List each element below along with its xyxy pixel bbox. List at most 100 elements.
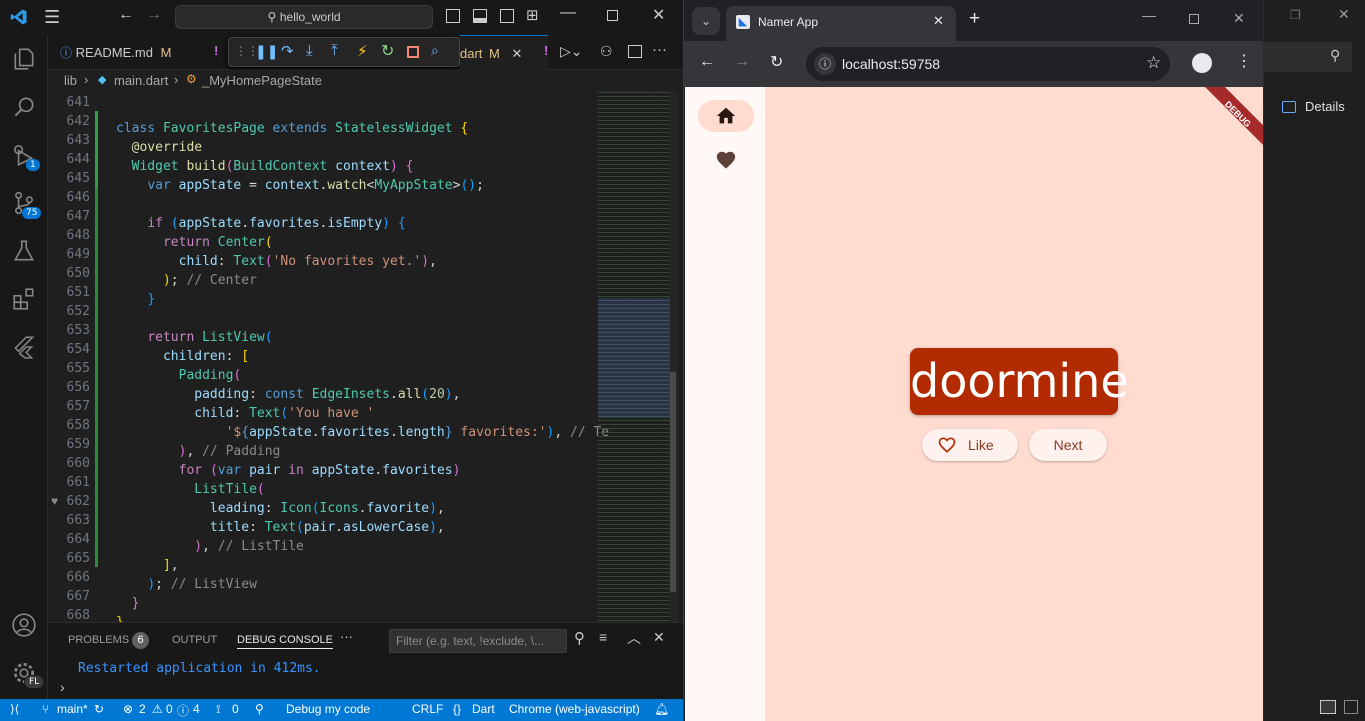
hot-reload-icon[interactable]: ⚡ <box>357 42 368 60</box>
extensions-icon[interactable] <box>0 275 48 323</box>
bookmark-star-icon[interactable]: ☆ <box>1146 53 1161 73</box>
tab-output[interactable]: OUTPUT <box>172 634 217 646</box>
source-control-icon[interactable]: 75 <box>0 179 48 227</box>
account-icon[interactable] <box>0 601 48 649</box>
search-icon[interactable]: ⚲ <box>1330 47 1340 64</box>
split-editor-icon[interactable] <box>628 45 642 58</box>
back-arrow-icon[interactable]: ← <box>118 6 134 24</box>
flutter-icon[interactable] <box>0 323 48 371</box>
panel-more-icon[interactable]: ··· <box>340 629 353 644</box>
warning-triangle-icon[interactable]: ⚠ <box>152 702 163 716</box>
eol-status[interactable]: CRLF <box>412 702 443 716</box>
breadcrumb-symbol[interactable]: _MyHomePageState <box>202 73 322 88</box>
more-actions-icon[interactable]: ··· <box>652 41 667 58</box>
sync-icon[interactable]: ↻ <box>94 702 104 716</box>
error-count[interactable]: 2 <box>139 702 146 716</box>
toggle-secondary-sidebar-icon[interactable] <box>500 9 514 23</box>
restore-icon[interactable]: ❐ <box>1290 8 1301 22</box>
tab-search-button[interactable]: ⌄ <box>692 7 720 35</box>
toggle-sidebar-icon[interactable] <box>446 9 460 23</box>
back-icon[interactable]: ← <box>699 53 715 71</box>
info-circle-icon[interactable]: ⓘ <box>177 702 189 719</box>
explorer-icon[interactable] <box>0 35 48 83</box>
site-info-icon[interactable]: ⓘ <box>814 53 836 75</box>
next-button[interactable]: Next <box>1029 429 1107 461</box>
list-view-icon[interactable] <box>1320 700 1336 714</box>
filter-icon[interactable]: ⚲ <box>574 629 585 647</box>
window-maximize-icon[interactable] <box>1189 14 1199 24</box>
customize-layout-icon[interactable]: ⊞ <box>526 6 539 24</box>
tab-readme[interactable]: ⓘ README.md M <box>48 35 178 70</box>
forward-arrow-icon[interactable]: → <box>146 6 162 24</box>
testing-icon[interactable] <box>0 227 48 275</box>
url-text[interactable]: localhost:59758 <box>842 56 940 72</box>
run-debug-dropdown-icon[interactable]: ▷⌄ <box>560 43 583 60</box>
flutter-favicon-icon: ◣ <box>736 15 750 29</box>
tab-main-dart[interactable]: dart M ✕ <box>460 35 548 70</box>
manage-gear-icon[interactable]: FL <box>0 649 48 697</box>
error-icon[interactable]: ⊗ <box>123 702 133 716</box>
window-close-icon[interactable]: ✕ <box>1233 10 1245 27</box>
close-icon[interactable]: ✕ <box>652 5 665 25</box>
maximize-icon[interactable] <box>607 10 618 21</box>
git-modified-bar <box>95 187 98 567</box>
bg-search-bar[interactable]: ⚲ <box>1264 42 1352 72</box>
code-editor[interactable]: 641 642 643 644 645 646 647 648 649 650 651 652 653 6… <box>48 92 683 622</box>
tab-debug-console[interactable]: DEBUG CONSOLE <box>237 634 333 649</box>
search-view-icon[interactable] <box>0 83 48 131</box>
ports-icon[interactable]: ⟟ <box>216 702 220 717</box>
console-prompt-icon[interactable]: › <box>60 679 65 695</box>
notifications-bell-icon[interactable]: 🔔︎ <box>654 702 669 716</box>
breadcrumb-lib[interactable]: lib <box>64 73 77 88</box>
minimize-icon[interactable]: — <box>560 4 576 22</box>
flutter-devtools-icon[interactable]: ⚇ <box>600 43 613 60</box>
pause-icon[interactable]: ❚❚ <box>255 43 278 60</box>
tab-problems[interactable]: PROBLEMS <box>68 634 129 646</box>
branch-name[interactable]: main* <box>57 702 88 716</box>
tile-view-icon[interactable] <box>1344 700 1358 714</box>
reload-icon[interactable]: ↻ <box>770 52 783 72</box>
clear-console-icon[interactable]: ≡ <box>599 629 607 645</box>
details-pane-icon[interactable] <box>1282 101 1296 113</box>
new-tab-icon[interactable]: + <box>969 8 980 30</box>
remote-icon[interactable]: ⟩⟨ <box>10 702 19 716</box>
stop-icon[interactable] <box>407 46 419 58</box>
window-minimize-icon[interactable]: — <box>1142 7 1156 23</box>
tab-close-icon[interactable]: ✕ <box>933 13 944 29</box>
nav-favorites-destination[interactable] <box>698 144 754 176</box>
toggle-panel-icon[interactable] <box>473 9 487 23</box>
debug-config[interactable]: Debug my code <box>286 702 370 716</box>
scrollbar-thumb[interactable] <box>670 372 676 592</box>
branch-icon[interactable]: ⑂ <box>42 702 49 716</box>
devtools-icon[interactable]: ⌕ <box>431 42 439 59</box>
chrome-menu-icon[interactable]: ⋮ <box>1236 51 1252 71</box>
nav-home-destination[interactable] <box>698 100 754 132</box>
menu-icon[interactable]: ☰ <box>44 7 60 28</box>
maximize-panel-icon[interactable]: ︿ <box>627 628 641 648</box>
language-status[interactable]: Dart <box>472 702 495 716</box>
tab-close-icon[interactable]: ✕ <box>512 46 523 61</box>
step-into-icon[interactable]: ⤓ <box>306 42 313 59</box>
command-center-search[interactable]: ⚲ hello_world <box>175 5 433 29</box>
details-label[interactable]: Details <box>1305 99 1345 114</box>
close-bg-icon[interactable]: ✕ <box>1338 6 1350 23</box>
close-panel-icon[interactable]: ✕ <box>653 629 665 646</box>
debug-status-icon[interactable]: ⚲ <box>255 702 264 716</box>
profile-icon[interactable] <box>1192 53 1212 73</box>
restart-icon[interactable]: ↻ <box>381 41 394 61</box>
device-status[interactable]: Chrome (web-javascript) <box>509 702 640 716</box>
breadcrumb-file[interactable]: main.dart <box>114 73 168 88</box>
source-control-badge: 75 <box>22 207 42 219</box>
like-button[interactable]: Like <box>922 429 1018 461</box>
browser-tab[interactable]: ◣ Namer App ✕ <box>726 6 956 41</box>
info-count[interactable]: 4 <box>193 702 200 716</box>
step-over-icon[interactable]: ↷ <box>281 42 294 60</box>
console-filter-input[interactable]: Filter (e.g. text, !exclude, \... <box>389 629 567 653</box>
forward-icon[interactable]: → <box>734 53 750 71</box>
ports-count[interactable]: 0 <box>232 702 239 716</box>
step-out-icon[interactable]: ⤒ <box>331 42 338 59</box>
run-debug-icon[interactable]: 1 <box>0 131 48 179</box>
address-bar[interactable]: ⓘ localhost:59758 ☆ <box>806 47 1170 81</box>
warning-count[interactable]: 0 <box>166 702 173 716</box>
minimap-visible-region[interactable] <box>598 298 670 418</box>
